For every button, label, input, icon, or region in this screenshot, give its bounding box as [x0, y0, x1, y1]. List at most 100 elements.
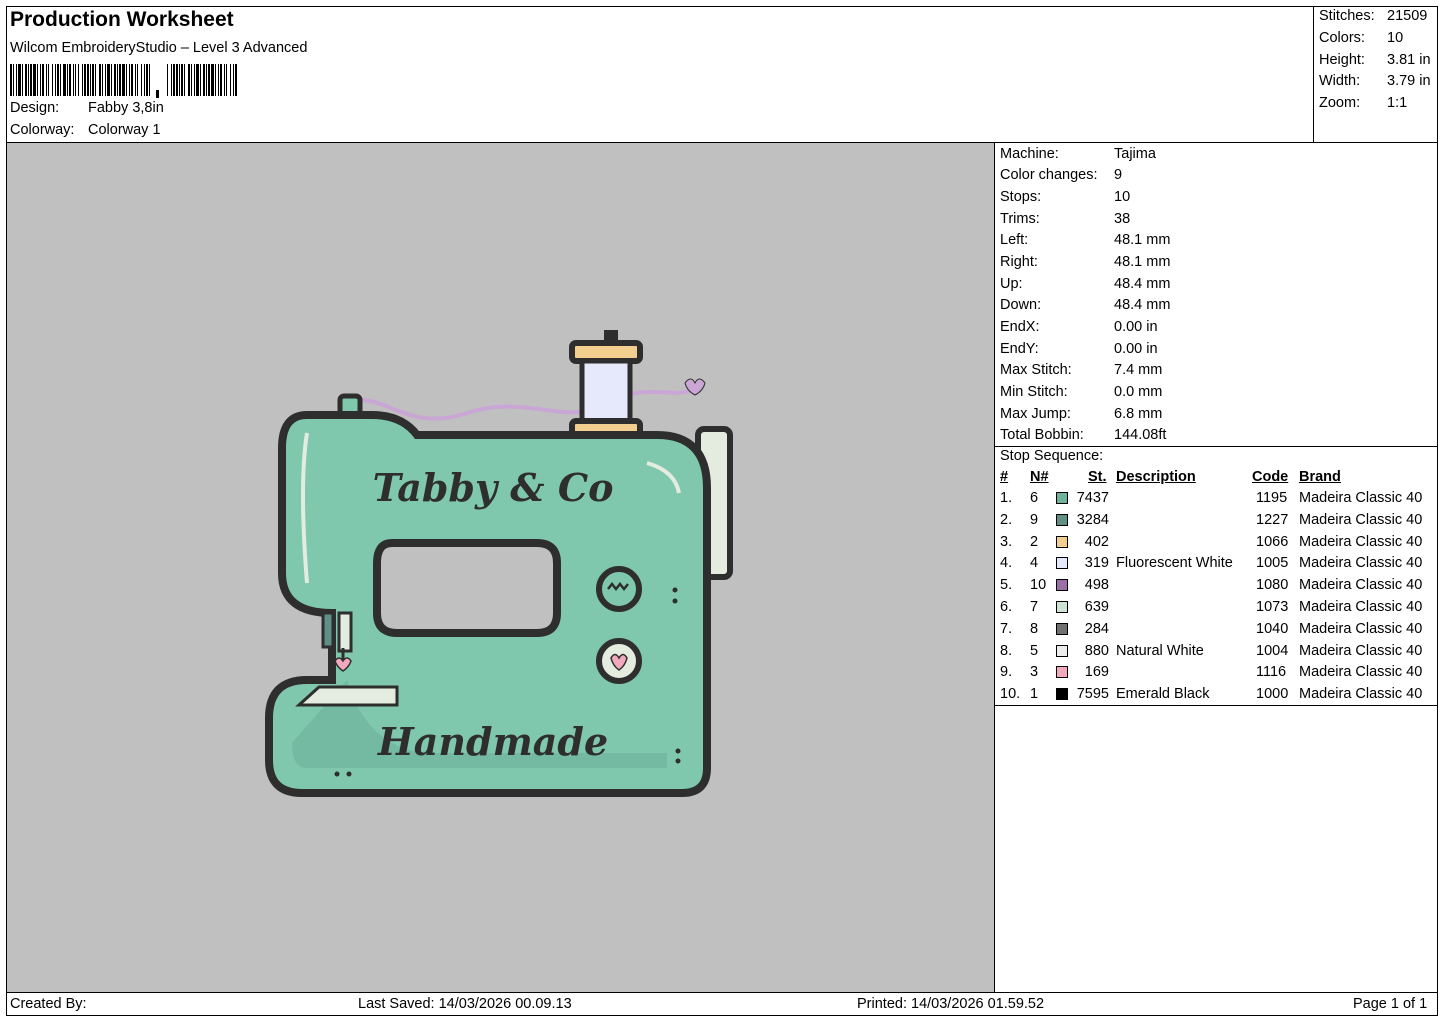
- row-code: 1004: [1256, 642, 1289, 659]
- design-value: Fabby 3,8in: [88, 100, 164, 116]
- row-stitches: 498: [1084, 577, 1109, 594]
- col-brand-header: Brand: [1299, 469, 1341, 485]
- table-row: 5. 10 498 1080 Madeira Classic 40: [995, 577, 1438, 598]
- info-label: Up:: [1000, 276, 1023, 292]
- info-value: 6.8 mm: [1114, 406, 1163, 422]
- row-code: 1116: [1256, 664, 1287, 681]
- row-index: 3.: [1000, 533, 1013, 550]
- colorway-row: Colorway: Colorway 1: [10, 122, 161, 138]
- stat-value: 3.79 in: [1387, 73, 1431, 89]
- spool-thread: [579, 358, 633, 426]
- info-row: Left: 48.1 mm: [1000, 232, 1170, 248]
- stat-row: Colors: 10: [1319, 30, 1437, 46]
- row-stitches: 319: [1084, 555, 1109, 572]
- col-needle-header: N#: [1030, 469, 1049, 485]
- info-label: Down:: [1000, 297, 1042, 313]
- row-needle: 6: [1030, 490, 1039, 506]
- row-needle: 5: [1030, 642, 1039, 659]
- table-row: 4. 4 319 Fluorescent White 1005 Madeira Class…: [995, 555, 1438, 576]
- info-row: Stops: 10: [1000, 189, 1130, 205]
- info-label: Trims:: [1000, 211, 1040, 227]
- barcode: [10, 64, 237, 98]
- row-code: 1005: [1256, 555, 1289, 572]
- stat-row: Width: 3.79 in: [1319, 73, 1437, 89]
- dot: [675, 748, 681, 754]
- row-index: 5.: [1000, 577, 1013, 594]
- presser-foot: [337, 611, 353, 653]
- design-preview: Tabby & Co Handmade: [7, 143, 994, 992]
- info-row: Trims: 38: [1000, 211, 1130, 227]
- color-swatch: [1056, 688, 1068, 701]
- design-top-text: Tabby & Co: [373, 465, 614, 510]
- row-needle: 8: [1030, 620, 1039, 637]
- info-row: EndX: 0.00 in: [1000, 319, 1158, 335]
- row-index: 1.: [1000, 490, 1013, 506]
- info-label: Right:: [1000, 254, 1038, 270]
- row-description: Emerald Black: [1116, 686, 1210, 703]
- info-value: 0.00 in: [1114, 341, 1158, 357]
- row-index: 7.: [1000, 620, 1013, 637]
- info-label: Stops:: [1000, 189, 1042, 205]
- dot: [346, 771, 352, 777]
- info-value: Tajima: [1114, 146, 1156, 162]
- row-code: 1040: [1256, 620, 1289, 637]
- colorway-value: Colorway 1: [88, 122, 161, 138]
- row-needle: 3: [1030, 664, 1039, 681]
- info-label: EndX:: [1000, 319, 1040, 335]
- row-brand: Madeira Classic 40: [1299, 511, 1423, 528]
- info-row: Down: 48.4 mm: [1000, 297, 1170, 313]
- table-row: 6. 7 639 1073 Madeira Classic 40: [995, 599, 1438, 620]
- row-index: 6.: [1000, 599, 1013, 615]
- stats-panel: Stitches: 21509 Colors: 10 Height: 3.81 in …: [1313, 6, 1438, 143]
- color-swatch: [1056, 579, 1068, 592]
- row-brand: Madeira Classic 40: [1299, 620, 1423, 637]
- row-brand: Madeira Classic 40: [1299, 490, 1423, 506]
- table-row: 9. 3 169 1116 Madeira Classic 40: [995, 664, 1438, 685]
- table-row: 3. 2 402 1066 Madeira Classic 40: [995, 534, 1438, 555]
- info-label: Max Stitch:: [1000, 362, 1072, 378]
- col-stitches-header: St.: [1088, 469, 1107, 485]
- table-row: 2. 9 3284 1227 Madeira Classic 40: [995, 512, 1438, 533]
- design-label: Design:: [10, 100, 60, 116]
- last-saved: Last Saved: 14/03/2026 00.09.13: [358, 996, 572, 1012]
- info-label: Total Bobbin:: [1000, 427, 1084, 443]
- stat-label: Stitches:: [1319, 8, 1375, 24]
- row-code: 1066: [1256, 533, 1289, 550]
- dot: [672, 598, 678, 604]
- table-row: 8. 5 880 Natural White 1004 Madeira Classic 4…: [995, 643, 1438, 664]
- color-swatch: [1056, 535, 1068, 548]
- info-label: Left:: [1000, 232, 1029, 248]
- row-description: Natural White: [1116, 642, 1204, 659]
- info-row: Max Stitch: 7.4 mm: [1000, 362, 1162, 378]
- row-needle: 4: [1030, 555, 1039, 572]
- stop-sequence-title: Stop Sequence:: [1000, 448, 1104, 464]
- dot: [672, 587, 678, 593]
- col-description-header: Description: [1116, 469, 1196, 485]
- row-code: 1195: [1256, 490, 1288, 506]
- info-row: Total Bobbin: 144.08ft: [1000, 427, 1166, 443]
- info-row: Right: 48.1 mm: [1000, 254, 1170, 270]
- design-row: Design: Fabby 3,8in: [10, 100, 164, 116]
- color-swatch: [1056, 513, 1068, 526]
- row-index: 2.: [1000, 511, 1013, 528]
- info-row: Machine: Tajima: [1000, 146, 1156, 162]
- row-stitches: 169: [1084, 664, 1109, 681]
- info-value: 48.4 mm: [1114, 276, 1171, 292]
- color-swatch: [1056, 492, 1068, 504]
- design-bottom-text: Handmade: [377, 719, 608, 764]
- row-brand: Madeira Classic 40: [1299, 642, 1423, 659]
- stat-value: 10: [1387, 30, 1404, 46]
- row-brand: Madeira Classic 40: [1299, 686, 1423, 703]
- thread-line: [349, 386, 697, 421]
- stat-label: Height:: [1319, 52, 1365, 68]
- info-label: Max Jump:: [1000, 406, 1071, 422]
- color-swatch: [1056, 601, 1068, 613]
- row-stitches: 3284: [1076, 511, 1109, 528]
- sewing-machine-design: Tabby & Co Handmade: [265, 330, 733, 797]
- col-index-header: #: [1000, 469, 1009, 485]
- stat-value: 3.81 in: [1387, 52, 1431, 68]
- stat-row: Stitches: 21509: [1319, 8, 1437, 24]
- worksheet-footer: Created By: Last Saved: 14/03/2026 00.09…: [6, 992, 1438, 1016]
- page-title: Production Worksheet: [10, 8, 234, 31]
- stat-label: Width:: [1319, 73, 1361, 89]
